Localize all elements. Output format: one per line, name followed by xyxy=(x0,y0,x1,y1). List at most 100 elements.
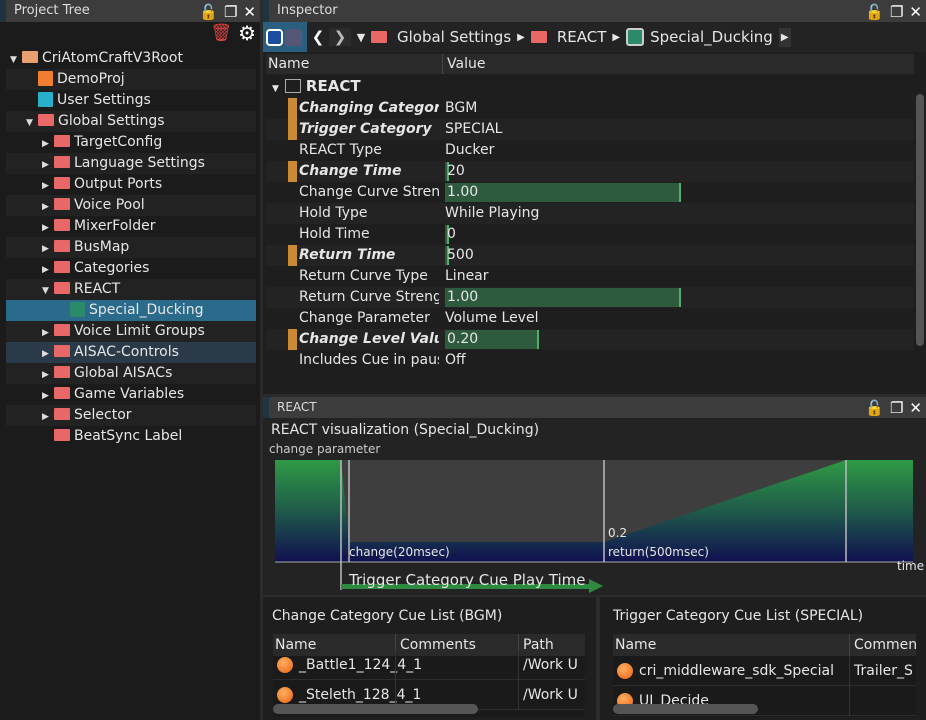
horizontal-scrollbar[interactable] xyxy=(273,704,478,714)
scrollbar[interactable] xyxy=(916,94,924,346)
property-value-cell[interactable]: Volume Level xyxy=(445,308,905,329)
property-value[interactable]: Linear xyxy=(445,268,489,284)
value-slider[interactable] xyxy=(445,288,681,307)
property-value[interactable]: 1.00 xyxy=(445,184,478,200)
expand-arrow-icon[interactable]: ▶ xyxy=(42,176,54,197)
property-row[interactable]: Change Level Value 0.20 xyxy=(266,329,914,350)
tree-item[interactable]: ▶ Categories xyxy=(6,258,256,279)
property-row[interactable]: Return Curve Strength 1.00 xyxy=(266,287,914,308)
expand-arrow-icon[interactable]: ▼ xyxy=(26,113,38,134)
property-value-cell[interactable]: Off xyxy=(445,350,905,371)
float-icon[interactable]: ❐ xyxy=(890,1,903,23)
property-row[interactable]: Hold Time 0 xyxy=(266,224,914,245)
property-row[interactable]: Changing Category BGM xyxy=(266,98,914,119)
expand-arrow-icon[interactable]: ▶ xyxy=(42,155,54,176)
property-value[interactable]: Off xyxy=(445,352,466,368)
property-value[interactable]: Volume Level xyxy=(445,310,538,326)
horizontal-scrollbar[interactable] xyxy=(613,704,758,714)
close-icon[interactable]: ✕ xyxy=(243,1,256,23)
tree-item[interactable]: ▶ Game Variables xyxy=(6,384,256,405)
tree-item[interactable]: ▶ BusMap xyxy=(6,237,256,258)
lock-icon[interactable]: 🔓 xyxy=(199,1,218,23)
property-value[interactable]: Ducker xyxy=(445,142,494,158)
tree-item[interactable]: BeatSync Label xyxy=(6,426,256,447)
breadcrumb-more[interactable]: ▶ xyxy=(778,27,791,47)
tree-item[interactable]: ▶ Selector xyxy=(6,405,256,426)
expand-arrow-icon[interactable]: ▶ xyxy=(42,407,54,428)
tree-item[interactable]: Special_Ducking xyxy=(6,300,256,321)
property-row[interactable]: Includes Cue in pause Off xyxy=(266,350,914,371)
tree-item[interactable]: ▼ CriAtomCraftV3Root xyxy=(6,48,256,69)
close-icon[interactable]: ✕ xyxy=(909,398,922,419)
close-icon[interactable]: ✕ xyxy=(909,1,922,23)
tree-item[interactable]: ▶ TargetConfig xyxy=(6,132,256,153)
breadcrumb-item[interactable]: REACT xyxy=(557,28,607,46)
tree-item[interactable]: ▶ Voice Limit Groups xyxy=(6,321,256,342)
column-header-name[interactable]: Name xyxy=(268,54,309,74)
property-value-cell[interactable]: BGM xyxy=(445,98,905,119)
expand-arrow-icon[interactable]: ▼ xyxy=(42,281,54,302)
tree-item[interactable]: ▶ Language Settings xyxy=(6,153,256,174)
expand-arrow-icon[interactable]: ▶ xyxy=(42,323,54,344)
lock-icon[interactable]: 🔓 xyxy=(865,398,884,419)
property-row[interactable]: REACT Type Ducker xyxy=(266,140,914,161)
tree-item[interactable]: ▼ Global Settings xyxy=(6,111,256,132)
list-view-button[interactable] xyxy=(263,22,307,52)
tree-item[interactable]: ▼ REACT xyxy=(6,279,256,300)
property-value-cell[interactable]: 0 xyxy=(445,224,905,245)
property-value-cell[interactable]: 0.20 xyxy=(445,329,905,350)
expand-arrow-icon[interactable]: ▶ xyxy=(42,218,54,239)
cue-row[interactable]: cri_middleware_sdk_Special Trailer_S xyxy=(613,656,916,686)
property-value[interactable]: 1.00 xyxy=(445,289,478,305)
column-header-value[interactable]: Value xyxy=(442,54,485,74)
property-value-cell[interactable]: 20 xyxy=(445,161,905,182)
cue-row[interactable]: _Battle1_124_4_1/Work U xyxy=(273,650,585,680)
property-row[interactable]: Change Parameter Volume Level xyxy=(266,308,914,329)
breadcrumb-item[interactable]: Global Settings xyxy=(397,28,511,46)
tree-item[interactable]: ▶ Voice Pool xyxy=(6,195,256,216)
float-icon[interactable]: ❐ xyxy=(224,1,237,23)
expand-arrow-icon[interactable]: ▶ xyxy=(42,260,54,281)
lock-icon[interactable]: 🔓 xyxy=(865,1,884,23)
column-header[interactable]: Comments xyxy=(849,634,916,656)
value-slider[interactable] xyxy=(445,183,681,202)
expand-arrow-icon[interactable]: ▼ xyxy=(10,50,22,71)
property-value-cell[interactable]: While Playing xyxy=(445,203,905,224)
property-value-cell[interactable]: Ducker xyxy=(445,140,905,161)
property-value[interactable]: 500 xyxy=(445,247,474,263)
tree-item[interactable]: User Settings xyxy=(6,90,256,111)
forward-button[interactable]: ❯ xyxy=(329,28,351,46)
tree-item[interactable]: ▶ Global AISACs xyxy=(6,363,256,384)
expand-arrow-icon[interactable]: ▶ xyxy=(42,197,54,218)
copy-icon[interactable] xyxy=(285,28,302,46)
property-row[interactable]: Hold Type While Playing xyxy=(266,203,914,224)
expand-arrow-icon[interactable]: ▶ xyxy=(42,386,54,407)
property-row[interactable]: Trigger Category SPECIAL xyxy=(266,119,914,140)
property-value[interactable]: While Playing xyxy=(445,205,539,221)
property-group-react[interactable]: ▼ REACT xyxy=(266,76,361,97)
property-row[interactable]: Return Time 500 xyxy=(266,245,914,266)
property-value[interactable]: 0 xyxy=(445,226,456,242)
expand-arrow-icon[interactable]: ▶ xyxy=(42,239,54,260)
gear-icon[interactable]: ⚙ xyxy=(238,21,256,45)
property-value-cell[interactable]: 1.00 xyxy=(445,182,905,203)
column-header[interactable]: Name xyxy=(615,634,656,656)
expand-arrow-icon[interactable]: ▶ xyxy=(42,365,54,386)
expand-arrow-icon[interactable]: ▶ xyxy=(42,134,54,155)
tree-item[interactable]: ▶ MixerFolder xyxy=(6,216,256,237)
trash-icon[interactable]: 🗑 xyxy=(210,23,232,43)
expand-arrow-icon[interactable]: ▶ xyxy=(42,344,54,365)
property-value[interactable]: SPECIAL xyxy=(445,121,502,137)
back-button[interactable]: ❮ xyxy=(307,28,329,46)
property-row[interactable]: Return Curve Type Linear xyxy=(266,266,914,287)
float-icon[interactable]: ❐ xyxy=(890,398,903,419)
tree-item[interactable]: ▶ AISAC-Controls xyxy=(6,342,256,363)
property-row[interactable]: Change Time 20 xyxy=(266,161,914,182)
property-value[interactable]: 0.20 xyxy=(445,331,478,347)
property-value-cell[interactable]: 1.00 xyxy=(445,287,905,308)
history-dropdown[interactable]: ▼ xyxy=(351,31,371,44)
property-row[interactable]: Change Curve Strength 1.00 xyxy=(266,182,914,203)
property-value-cell[interactable]: Linear xyxy=(445,266,905,287)
property-value[interactable]: BGM xyxy=(445,100,477,116)
breadcrumb-item[interactable]: Special_Ducking xyxy=(650,28,773,46)
